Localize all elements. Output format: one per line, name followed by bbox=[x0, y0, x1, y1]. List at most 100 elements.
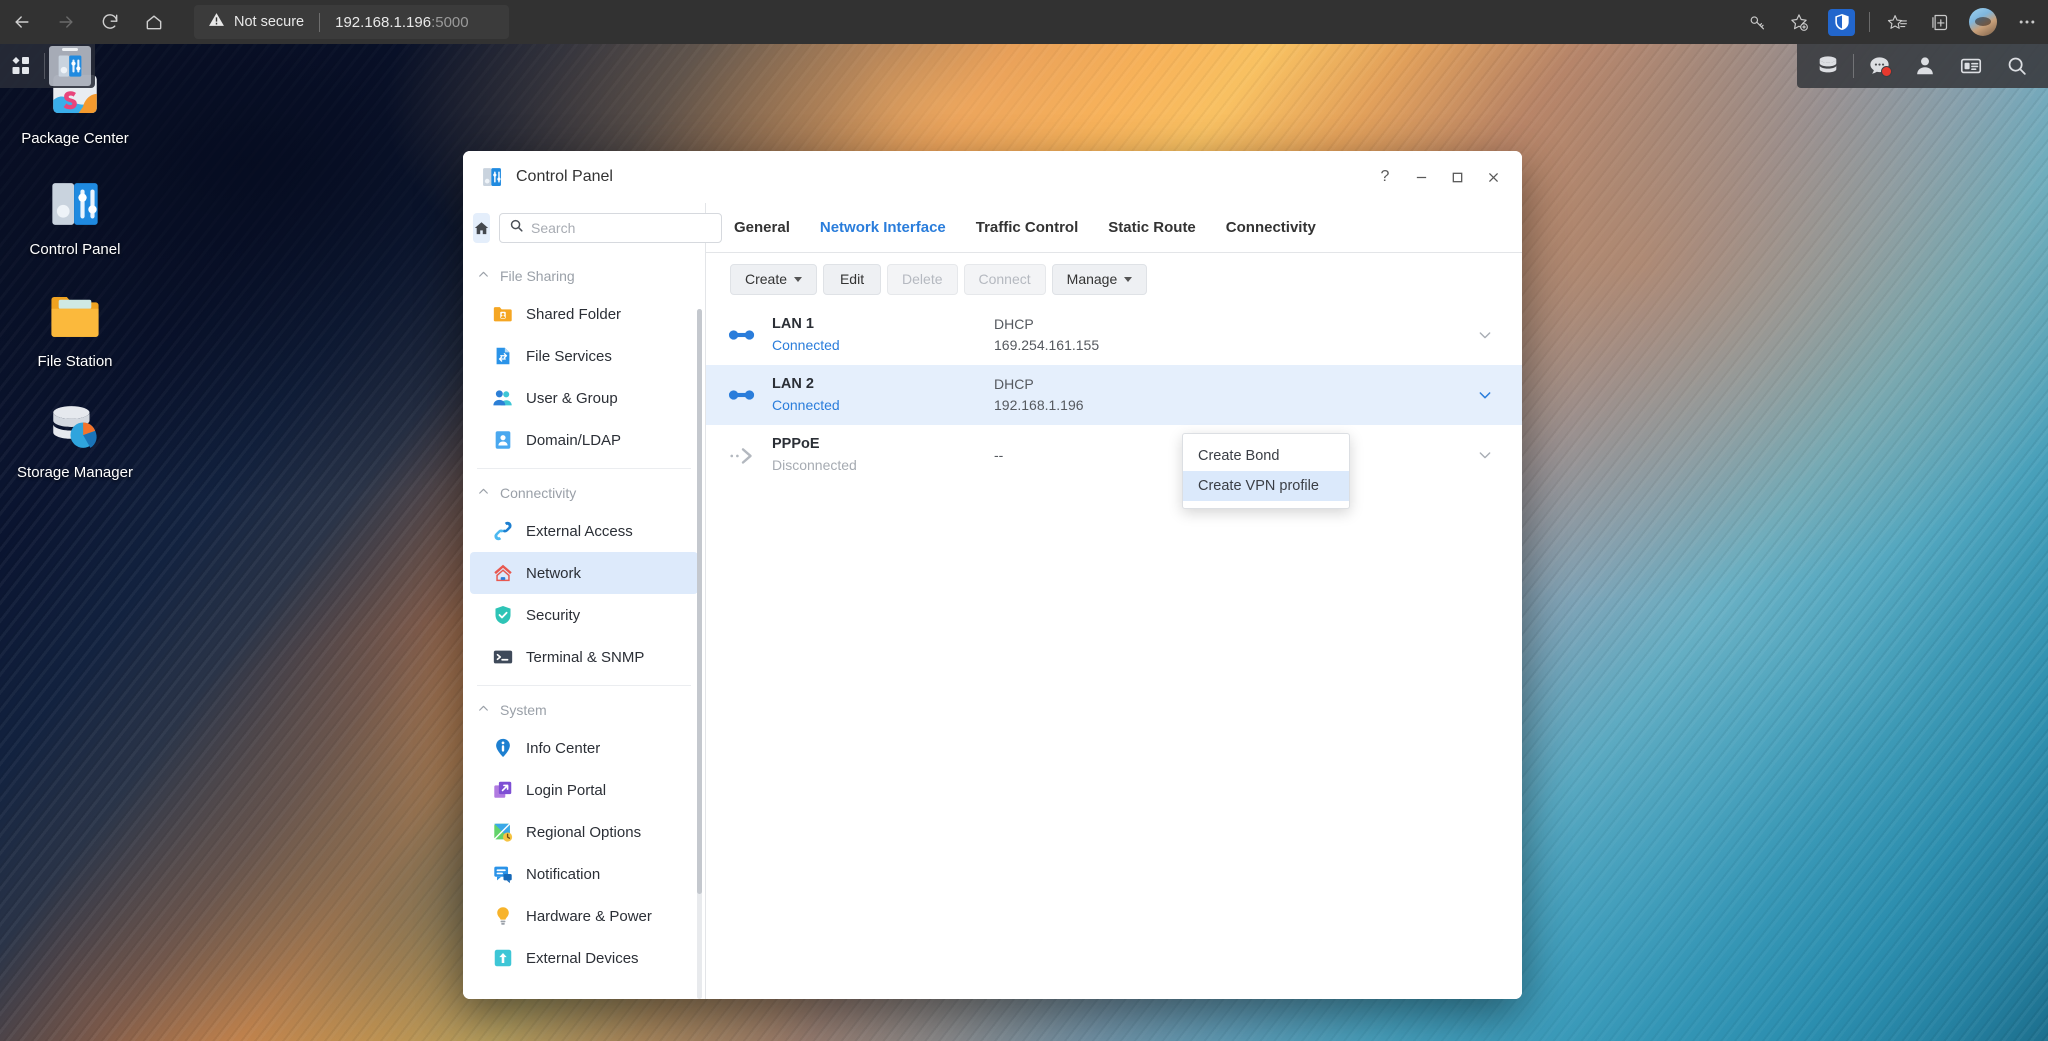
table-row[interactable]: LAN 2 Connected DHCP 192.168.1.196 bbox=[706, 365, 1522, 425]
tab-network-interface[interactable]: Network Interface bbox=[820, 203, 946, 253]
avatar[interactable] bbox=[1969, 8, 1997, 36]
browser-toolbar: Not secure 192.168.1.196:5000 bbox=[0, 0, 2048, 44]
lan-connected-icon bbox=[728, 385, 764, 405]
interface-address: 169.254.161.155 bbox=[994, 337, 1100, 353]
minimize-button[interactable] bbox=[1404, 160, 1438, 194]
desktop-icon-storage-manager[interactable]: Storage Manager bbox=[0, 398, 150, 483]
sidebar-item-file-services[interactable]: File Services bbox=[470, 335, 698, 377]
file-station-icon bbox=[46, 287, 104, 345]
desktop-icon-file-station[interactable]: File Station bbox=[0, 287, 150, 372]
sidebar-item-network[interactable]: Network bbox=[470, 552, 698, 594]
regional-options-icon bbox=[492, 821, 514, 843]
table-row[interactable]: LAN 1 Connected DHCP 169.254.161.155 bbox=[706, 305, 1522, 365]
settings-more-icon[interactable] bbox=[2006, 0, 2048, 44]
not-secure-label: Not secure bbox=[234, 14, 305, 30]
reload-icon[interactable] bbox=[88, 0, 132, 44]
menu-item-create-vpn-profile[interactable]: Create VPN profile bbox=[1183, 471, 1349, 501]
sidebar-search-row bbox=[463, 203, 722, 253]
sidebar-item-external-access[interactable]: External Access bbox=[470, 510, 698, 552]
url-display[interactable]: 192.168.1.196:5000 bbox=[335, 14, 468, 31]
sidebar-item-regional-options[interactable]: Regional Options bbox=[470, 811, 698, 853]
menu-item-create-bond[interactable]: Create Bond bbox=[1183, 441, 1349, 471]
sidebar-home-button[interactable] bbox=[473, 213, 490, 243]
login-portal-icon bbox=[492, 779, 514, 801]
caret-down-icon bbox=[794, 276, 803, 282]
user-icon[interactable] bbox=[1902, 44, 1948, 88]
maximize-button[interactable] bbox=[1440, 160, 1474, 194]
home-icon[interactable] bbox=[132, 0, 176, 44]
sidebar-scrollbar-thumb[interactable] bbox=[697, 309, 702, 894]
back-arrow-icon[interactable] bbox=[0, 0, 44, 44]
sidebar-group-system[interactable]: System bbox=[463, 693, 705, 727]
taskbar-app-control-panel[interactable] bbox=[49, 46, 91, 86]
desktop-icon-label: File Station bbox=[37, 352, 113, 370]
desktop-icon-label: Control Panel bbox=[29, 241, 121, 259]
desktop-icon-label: Storage Manager bbox=[17, 463, 133, 481]
create-dropdown-menu: Create Bond Create VPN profile bbox=[1182, 433, 1350, 509]
window-titlebar[interactable]: Control Panel ? bbox=[463, 151, 1522, 203]
chevron-down-icon[interactable] bbox=[1470, 387, 1500, 403]
sidebar-item-label: User & Group bbox=[526, 389, 618, 407]
edit-button[interactable]: Edit bbox=[823, 263, 882, 295]
url-port: :5000 bbox=[431, 13, 469, 31]
sidebar-item-notification[interactable]: Notification bbox=[470, 853, 698, 895]
tab-connectivity[interactable]: Connectivity bbox=[1226, 203, 1316, 253]
control-panel-sidebar: File Sharing Shared Folder File Services bbox=[463, 203, 722, 999]
sidebar-scroll-area: File Sharing Shared Folder File Services bbox=[463, 253, 705, 999]
notifications-icon[interactable] bbox=[1856, 44, 1902, 88]
sidebar-divider bbox=[477, 685, 691, 686]
collections-icon[interactable] bbox=[1918, 0, 1960, 44]
tab-static-route[interactable]: Static Route bbox=[1108, 203, 1196, 253]
main-menu-icon[interactable] bbox=[0, 44, 44, 88]
help-button[interactable]: ? bbox=[1368, 160, 1402, 194]
sidebar-item-label: External Devices bbox=[526, 949, 639, 967]
network-interface-list: LAN 1 Connected DHCP 169.254.161.155 LAN… bbox=[706, 305, 1522, 999]
file-services-icon bbox=[492, 345, 514, 367]
sidebar-item-user-group[interactable]: User & Group bbox=[470, 377, 698, 419]
sidebar-item-domain-ldap[interactable]: Domain/LDAP bbox=[470, 419, 698, 461]
security-status[interactable]: Not secure bbox=[208, 11, 304, 33]
sidebar-item-external-devices[interactable]: External Devices bbox=[470, 937, 698, 979]
key-icon[interactable] bbox=[1736, 0, 1778, 44]
storage-icon[interactable] bbox=[1805, 44, 1851, 88]
widgets-icon[interactable] bbox=[1948, 44, 1994, 88]
search-input[interactable] bbox=[531, 220, 712, 236]
shield-icon[interactable] bbox=[1828, 8, 1855, 36]
sidebar-item-label: Notification bbox=[526, 865, 601, 883]
star-add-icon[interactable] bbox=[1778, 0, 1820, 44]
chevron-down-icon[interactable] bbox=[1470, 327, 1500, 343]
sidebar-item-login-portal[interactable]: Login Portal bbox=[470, 769, 698, 811]
tab-general[interactable]: General bbox=[734, 203, 790, 253]
external-access-icon bbox=[492, 520, 514, 542]
taskbar-right-divider bbox=[1853, 54, 1854, 78]
close-button[interactable] bbox=[1476, 160, 1510, 194]
sidebar-item-shared-folder[interactable]: Shared Folder bbox=[470, 293, 698, 335]
manage-button[interactable]: Manage bbox=[1051, 263, 1148, 295]
sidebar-item-terminal-snmp[interactable]: Terminal & SNMP bbox=[470, 636, 698, 678]
browser-toolbar-right bbox=[1736, 0, 2048, 44]
sidebar-group-connectivity[interactable]: Connectivity bbox=[463, 476, 705, 510]
search-icon[interactable] bbox=[1994, 44, 2040, 88]
sidebar-group-file-sharing[interactable]: File Sharing bbox=[463, 259, 705, 293]
favorites-icon[interactable] bbox=[1876, 0, 1918, 44]
chevron-down-icon[interactable] bbox=[1470, 447, 1500, 463]
caret-down-icon bbox=[1124, 276, 1133, 282]
window-title: Control Panel bbox=[516, 168, 613, 185]
chevron-up-icon bbox=[477, 268, 490, 284]
sidebar-item-label: Login Portal bbox=[526, 781, 607, 799]
address-bar[interactable]: Not secure 192.168.1.196:5000 bbox=[194, 5, 509, 39]
sidebar-item-hardware-power[interactable]: Hardware & Power bbox=[470, 895, 698, 937]
sidebar-item-security[interactable]: Security bbox=[470, 594, 698, 636]
tab-bar: General Network Interface Traffic Contro… bbox=[706, 203, 1522, 253]
desktop-icon-control-panel[interactable]: Control Panel bbox=[0, 175, 150, 260]
action-toolbar: Create Edit Delete Connect Manage bbox=[706, 253, 1522, 305]
tab-traffic-control[interactable]: Traffic Control bbox=[976, 203, 1079, 253]
taskbar-divider bbox=[44, 53, 45, 79]
sidebar-search-box[interactable] bbox=[499, 213, 722, 243]
create-button[interactable]: Create bbox=[730, 263, 818, 295]
forward-arrow-icon[interactable] bbox=[44, 0, 88, 44]
sidebar-item-info-center[interactable]: Info Center bbox=[470, 727, 698, 769]
lan-connected-icon bbox=[728, 325, 764, 345]
table-row[interactable]: PPPoE Disconnected -- bbox=[706, 425, 1522, 485]
terminal-snmp-icon bbox=[492, 646, 514, 668]
